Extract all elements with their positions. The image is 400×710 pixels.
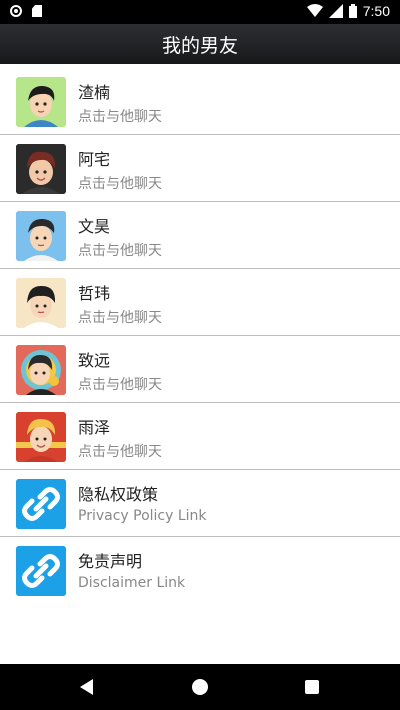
link-icon — [16, 546, 66, 596]
back-icon[interactable] — [80, 679, 93, 695]
status-bar: 7:50 — [0, 0, 400, 24]
navigation-bar — [0, 664, 400, 710]
boyfriend-name: 阿宅 — [78, 150, 111, 169]
disclaimer-link: Disclaimer Link — [78, 575, 186, 591]
boyfriend-name: 渣楠 — [78, 83, 111, 102]
boyfriend-name: 雨泽 — [78, 418, 111, 437]
list-item[interactable]: 雨泽 点击与他聊天 — [0, 403, 400, 470]
boyfriend-name: 致远 — [78, 351, 111, 370]
wifi-icon — [306, 4, 323, 17]
chat-hint: 点击与他聊天 — [78, 377, 162, 393]
boy-avatar-icon — [16, 412, 66, 462]
privacy-policy-title: 隐私权政策 — [78, 485, 159, 504]
boyfriend-list: 渣楠 点击与他聊天 阿宅 点击与他聊天 文昊 点击与他聊天 哲玮 点击与他聊天 … — [0, 68, 400, 604]
boy-avatar-icon — [16, 211, 66, 261]
boy-avatar-icon — [16, 345, 66, 395]
page-title: 我的男友 — [161, 34, 238, 57]
home-icon[interactable] — [192, 679, 208, 695]
notification-circle-icon — [10, 5, 22, 17]
list-item[interactable]: 文昊 点击与他聊天 — [0, 202, 400, 269]
privacy-policy-link: Privacy Policy Link — [78, 508, 207, 524]
chat-hint: 点击与他聊天 — [78, 444, 162, 460]
list-item[interactable]: 阿宅 点击与他聊天 — [0, 135, 400, 202]
list-item[interactable]: 致远 点击与他聊天 — [0, 336, 400, 403]
chat-hint: 点击与他聊天 — [78, 310, 162, 326]
recent-apps-icon[interactable] — [305, 680, 319, 694]
chat-hint: 点击与他聊天 — [78, 109, 162, 125]
boy-avatar-icon — [16, 278, 66, 328]
boy-avatar-icon — [16, 77, 66, 127]
list-item-disclaimer[interactable]: 免责声明 Disclaimer Link — [0, 537, 400, 604]
list-item[interactable]: 哲玮 点击与他聊天 — [0, 269, 400, 336]
disclaimer-title: 免责声明 — [78, 552, 143, 571]
chat-hint: 点击与他聊天 — [78, 243, 162, 259]
boy-avatar-icon — [16, 144, 66, 194]
boyfriend-name: 哲玮 — [78, 284, 111, 303]
chat-hint: 点击与他聊天 — [78, 176, 162, 192]
signal-icon — [328, 4, 343, 18]
battery-icon — [348, 4, 357, 18]
link-icon — [16, 479, 66, 529]
list-item[interactable]: 渣楠 点击与他聊天 — [0, 68, 400, 135]
list-item-privacy-policy[interactable]: 隐私权政策 Privacy Policy Link — [0, 470, 400, 537]
boyfriend-name: 文昊 — [78, 217, 111, 236]
app-bar: 我的男友 — [0, 24, 400, 64]
sd-card-icon — [32, 5, 42, 17]
status-time: 7:50 — [362, 3, 390, 19]
